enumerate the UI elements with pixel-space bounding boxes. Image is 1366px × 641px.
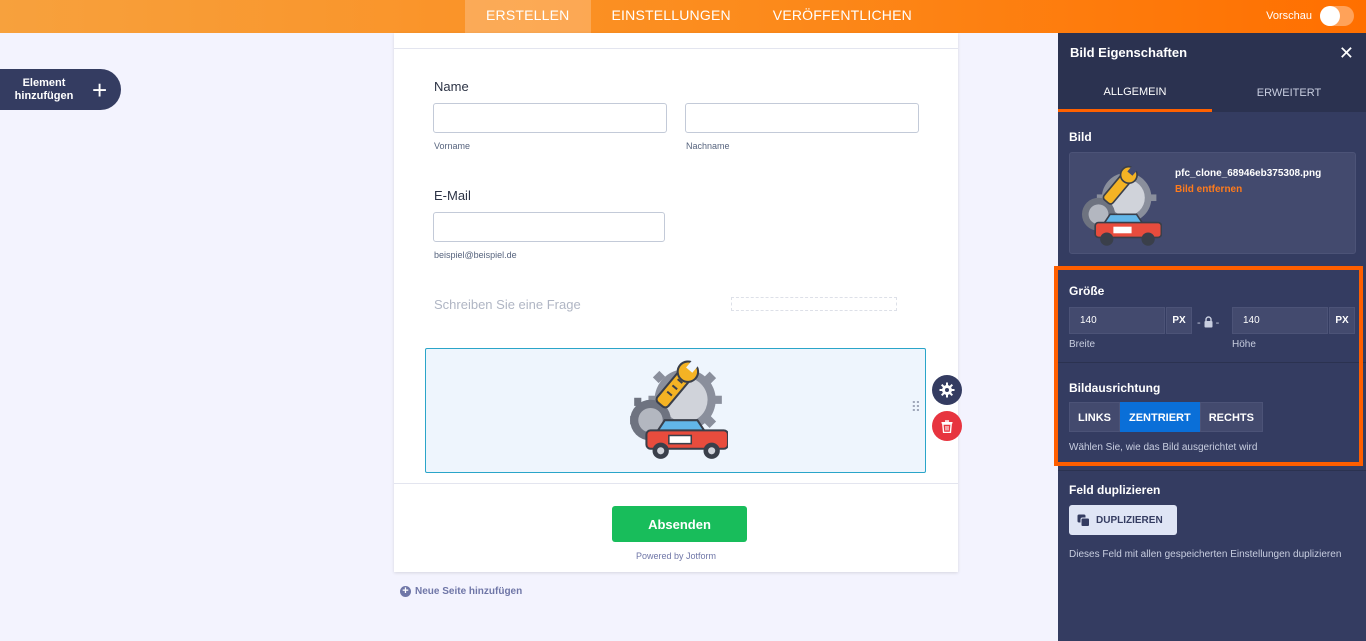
image-preview-box: pfc_clone_68946eb375308.png Bild entfern… — [1069, 152, 1356, 254]
submit-button[interactable]: Absenden — [612, 506, 747, 542]
divider — [1058, 470, 1366, 471]
image-field[interactable]: ⠿ — [425, 348, 926, 473]
question-placeholder[interactable]: Schreiben Sie eine Frage — [434, 297, 581, 312]
duplicate-button[interactable]: DUPLIZIEREN — [1069, 505, 1177, 535]
email-sublabel: beispiel@beispiel.de — [434, 250, 517, 260]
name-label: Name — [434, 79, 469, 94]
remove-image-link[interactable]: Bild entfernen — [1175, 184, 1242, 195]
image-filename: pfc_clone_68946eb375308.png — [1175, 168, 1322, 179]
question-placeholder-box[interactable] — [731, 297, 897, 311]
email-label: E-Mail — [434, 188, 471, 203]
top-bar: ERSTELLEN EINSTELLUNGEN VERÖFFENTLICHEN … — [0, 0, 1366, 33]
preview-label: Vorschau — [1266, 10, 1312, 22]
highlight-frame — [1054, 266, 1363, 466]
car-repair-image — [1078, 163, 1163, 254]
duplicate-icon — [1077, 514, 1090, 527]
preview-control: Vorschau — [1266, 6, 1354, 26]
panel-header: Bild Eigenschaften ✕ — [1058, 33, 1366, 74]
tab-erstellen[interactable]: ERSTELLEN — [465, 0, 591, 33]
tab-einstellungen[interactable]: EINSTELLUNGEN — [591, 0, 752, 33]
plus-icon: + — [92, 74, 108, 105]
divider — [394, 483, 958, 484]
last-name-input[interactable] — [685, 103, 919, 133]
add-page-icon: + — [400, 586, 411, 597]
tab-veroeffentlichen[interactable]: VERÖFFENTLICHEN — [752, 0, 933, 33]
add-page-link[interactable]: + Neue Seite hinzufügen — [400, 586, 522, 597]
builder-tabs: ERSTELLEN EINSTELLUNGEN VERÖFFENTLICHEN — [465, 0, 933, 33]
first-name-input[interactable] — [433, 103, 667, 133]
preview-toggle[interactable] — [1320, 6, 1354, 26]
panel-title: Bild Eigenschaften — [1070, 45, 1188, 60]
last-name-sublabel: Nachname — [686, 141, 730, 151]
add-element-label: Element hinzufügen — [14, 76, 74, 102]
close-icon[interactable]: ✕ — [1339, 44, 1354, 62]
delete-field-button[interactable] — [932, 411, 962, 441]
first-name-sublabel: Vorname — [434, 141, 471, 151]
gear-icon — [939, 382, 955, 398]
drag-handle-icon[interactable]: ⠿ — [911, 400, 921, 414]
panel-tabs: ALLGEMEIN ERWEITERT — [1058, 74, 1366, 112]
email-input[interactable] — [433, 212, 665, 242]
duplicate-button-label: DUPLIZIEREN — [1096, 514, 1163, 526]
car-repair-image — [626, 357, 729, 468]
form-card: Name Vorname Nachname E-Mail beispiel@be… — [394, 33, 958, 572]
duplicate-section-title: Feld duplizieren — [1069, 483, 1161, 497]
image-section-title: Bild — [1069, 130, 1092, 144]
add-element-button[interactable]: Element hinzufügen + — [0, 69, 121, 110]
tab-erweitert[interactable]: ERWEITERT — [1212, 74, 1366, 112]
add-page-label: Neue Seite hinzufügen — [415, 586, 523, 597]
field-settings-button[interactable] — [932, 375, 962, 405]
tab-allgemein[interactable]: ALLGEMEIN — [1058, 74, 1212, 112]
trash-icon — [941, 419, 953, 433]
powered-by: Powered by Jotform — [635, 551, 717, 561]
duplicate-hint: Dieses Feld mit allen gespeicherten Eins… — [1069, 549, 1342, 560]
divider — [394, 48, 958, 49]
